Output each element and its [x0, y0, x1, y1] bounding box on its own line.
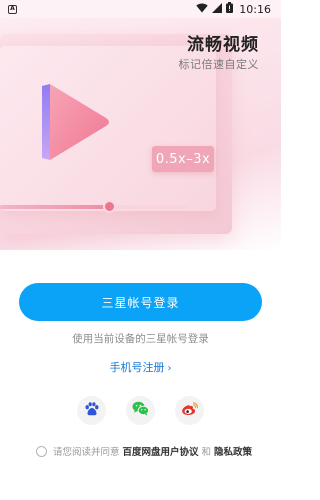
agreement-radio[interactable]: [36, 445, 47, 457]
privacy-policy-link[interactable]: 隐私政策: [214, 444, 252, 458]
agreement-row: 请您阅读并同意 百度网盘用户协议 和 隐私政策: [36, 444, 255, 458]
wechat-login-button[interactable]: [126, 396, 155, 425]
phone-register-label: 手机号注册: [109, 361, 165, 374]
samsung-account-login-button[interactable]: 三星帐号登录: [19, 283, 262, 321]
feature-subtitle: 标记倍速自定义: [178, 58, 259, 71]
phone-register-link[interactable]: 手机号注册 ›: [0, 359, 281, 375]
agreement-prefix: 请您阅读并同意: [53, 447, 120, 458]
signal-icon: [212, 2, 223, 16]
wechat-icon: [132, 401, 150, 420]
chevron-right-icon: ›: [167, 363, 172, 374]
weibo-icon: [181, 401, 199, 420]
notification-icon: A: [8, 4, 17, 14]
battery-icon: [226, 2, 234, 16]
baidu-login-button[interactable]: [77, 396, 106, 425]
status-bar: A 10:16: [0, 0, 281, 18]
play-icon: [40, 82, 112, 162]
baidu-icon: [84, 401, 100, 421]
user-agreement-link[interactable]: 百度网盘用户协议: [123, 444, 199, 458]
progress-knob: [105, 202, 115, 211]
feature-title: 流畅视频: [187, 35, 259, 55]
clock: 10:16: [239, 2, 271, 16]
login-hint: 使用当前设备的三星帐号登录: [72, 333, 209, 345]
speed-range-badge: 0.5x–3x: [152, 146, 214, 172]
agreement-and: 和: [201, 447, 212, 458]
hero-illustration: 0.5x–3x 流畅视频 标记倍速自定义: [0, 0, 281, 250]
progress-track: [0, 202, 188, 211]
progress-fill: [0, 205, 110, 209]
weibo-login-button[interactable]: [175, 396, 204, 425]
wifi-icon: [196, 3, 208, 16]
social-login-row: [0, 396, 281, 425]
